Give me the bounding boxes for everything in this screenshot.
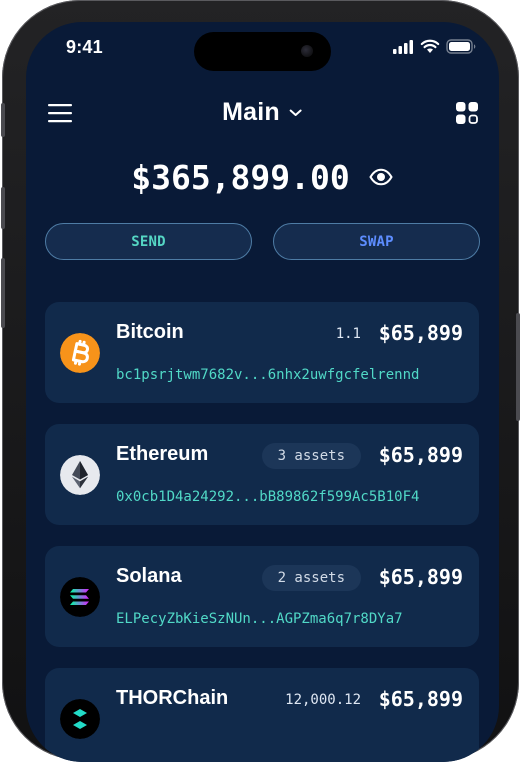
asset-card-solana[interactable]: Solana 2 assets $65,899 ELPecyZbKieSzNUn… bbox=[45, 546, 479, 647]
asset-value: $65,899 bbox=[378, 321, 463, 345]
app-screen: 9:41 Main $365,899.00 SEND SWAP Bitcoin … bbox=[26, 22, 499, 762]
phone-frame: 9:41 Main $365,899.00 SEND SWAP Bitcoin … bbox=[1, 0, 520, 762]
wallet-selector[interactable]: Main bbox=[222, 98, 303, 127]
asset-count-badge: 2 assets bbox=[261, 565, 361, 591]
asset-name: Bitcoin bbox=[116, 321, 184, 343]
eye-icon[interactable] bbox=[368, 164, 394, 190]
asset-name: Solana bbox=[116, 565, 182, 587]
status-icons bbox=[393, 39, 477, 54]
grid-icon[interactable] bbox=[455, 101, 479, 125]
primary-actions: SEND SWAP bbox=[45, 223, 480, 260]
asset-value: $65,899 bbox=[378, 687, 463, 711]
camera-dot bbox=[301, 45, 313, 57]
asset-address: ELPecyZbKieSzNUn...AGPZma6q7r8DYa7 bbox=[116, 611, 403, 627]
ethereum-icon bbox=[60, 455, 100, 495]
asset-card-thorchain[interactable]: THORChain 12,000.12 $65,899 bbox=[45, 668, 479, 762]
asset-value: $65,899 bbox=[378, 443, 463, 467]
bitcoin-icon bbox=[60, 333, 100, 373]
battery-icon bbox=[446, 39, 476, 54]
wallet-name: Main bbox=[222, 98, 280, 126]
dynamic-island bbox=[194, 32, 331, 71]
chevron-down-icon bbox=[289, 109, 302, 116]
asset-amount: 1.1 bbox=[335, 326, 361, 342]
top-navigation: Main bbox=[26, 95, 499, 135]
asset-card-bitcoin[interactable]: Bitcoin 1.1 $65,899 bc1psrjtwm7682v...6n… bbox=[45, 302, 479, 403]
power-button-hardware bbox=[516, 313, 520, 421]
asset-name: Ethereum bbox=[116, 443, 209, 465]
volume-up-hardware bbox=[1, 187, 5, 229]
portfolio-balance-row: $365,899.00 bbox=[26, 152, 499, 202]
portfolio-balance: $365,899.00 bbox=[131, 157, 350, 197]
asset-card-ethereum[interactable]: Ethereum 3 assets $65,899 0x0cb1D4a24292… bbox=[45, 424, 479, 525]
asset-list: Bitcoin 1.1 $65,899 bc1psrjtwm7682v...6n… bbox=[45, 302, 479, 762]
thorchain-icon bbox=[60, 699, 100, 739]
action-button-hardware bbox=[1, 103, 5, 137]
send-button[interactable]: SEND bbox=[45, 223, 252, 260]
solana-icon bbox=[60, 577, 100, 617]
status-bar: 9:41 bbox=[26, 22, 499, 71]
asset-address: bc1psrjtwm7682v...6nhx2uwfgcfelrennd bbox=[116, 367, 420, 383]
asset-value: $65,899 bbox=[378, 565, 463, 589]
asset-amount: 12,000.12 bbox=[285, 692, 361, 708]
swap-button[interactable]: SWAP bbox=[273, 223, 480, 260]
wifi-icon bbox=[420, 39, 440, 53]
menu-icon[interactable] bbox=[48, 103, 72, 123]
asset-name: THORChain bbox=[116, 687, 229, 709]
asset-count-badge: 3 assets bbox=[261, 443, 361, 469]
status-time: 9:41 bbox=[66, 37, 103, 57]
signal-icon bbox=[393, 39, 413, 54]
volume-down-hardware bbox=[1, 258, 5, 328]
asset-address: 0x0cb1D4a24292...bB89862f599Ac5B10F4 bbox=[116, 489, 420, 505]
